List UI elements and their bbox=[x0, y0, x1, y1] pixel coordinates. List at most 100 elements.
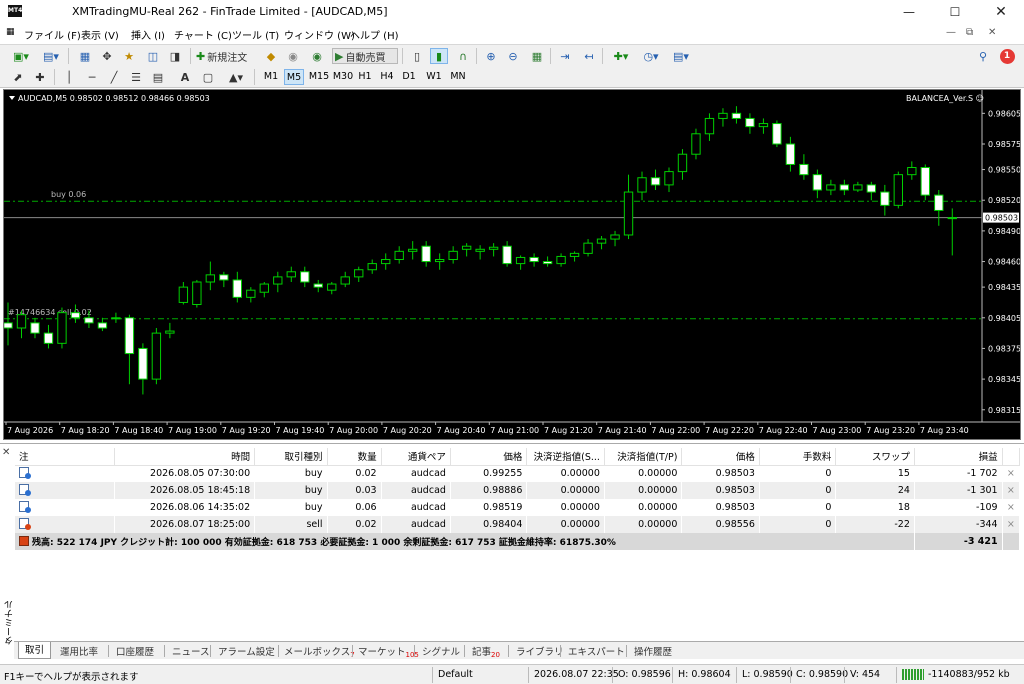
menu-view[interactable]: 表示 (V) bbox=[81, 27, 119, 42]
order-volume: 0.02 bbox=[327, 465, 382, 482]
mdi-close-button[interactable]: ✕ bbox=[988, 27, 996, 38]
order-row[interactable]: 2026.08.06 14:35:02 buy 0.06 audcad 0.98… bbox=[15, 499, 1021, 516]
tab-news[interactable]: ニュース bbox=[172, 644, 210, 658]
tab-articles[interactable]: 記事20 bbox=[472, 644, 500, 659]
new-order-button[interactable]: ✚ 新規注文 bbox=[196, 48, 258, 64]
close-order-icon[interactable]: × bbox=[1002, 516, 1021, 533]
zoom-out-icon[interactable]: ⊖ bbox=[504, 48, 522, 64]
indicators-icon[interactable]: ✚▾ bbox=[608, 48, 634, 64]
text-label-icon[interactable]: ▢ bbox=[200, 69, 216, 85]
horizontal-line-icon[interactable]: ─ bbox=[84, 69, 100, 85]
tab-experts[interactable]: エキスパート bbox=[568, 644, 625, 658]
timeframe-d1[interactable]: D1 bbox=[400, 69, 418, 85]
menu-insert[interactable]: 挿入 (I) bbox=[131, 27, 165, 42]
tab-signals[interactable]: シグナル bbox=[422, 644, 460, 658]
timeframe-m15[interactable]: M15 bbox=[308, 69, 330, 85]
terminal-close-icon[interactable]: ✕ bbox=[2, 447, 10, 458]
options-icon[interactable]: ◉ bbox=[284, 48, 302, 64]
search-icon[interactable]: ⚲ bbox=[974, 48, 992, 64]
col-swap[interactable]: スワップ bbox=[835, 448, 915, 466]
timeframe-mn[interactable]: MN bbox=[448, 69, 468, 85]
periods-icon[interactable]: ◷▾ bbox=[638, 48, 664, 64]
timeframe-h4[interactable]: H4 bbox=[378, 69, 396, 85]
close-button[interactable]: ✕ bbox=[978, 0, 1024, 24]
order-row[interactable]: 2026.08.05 18:45:18 buy 0.03 audcad 0.98… bbox=[15, 482, 1021, 499]
signals-icon[interactable]: ◉ bbox=[308, 48, 326, 64]
channel-icon[interactable]: ☰ bbox=[128, 69, 144, 85]
col-tp[interactable]: 決済指値(T/P) bbox=[604, 448, 683, 466]
menu-chart[interactable]: チャート (C) bbox=[174, 27, 232, 42]
crosshair-icon[interactable]: ✚ bbox=[32, 69, 48, 85]
timeframe-m30[interactable]: M30 bbox=[332, 69, 354, 85]
col-time[interactable]: 時間 bbox=[114, 448, 256, 466]
tile-windows-icon[interactable]: ▦ bbox=[528, 48, 546, 64]
close-order-icon[interactable]: × bbox=[1002, 465, 1021, 482]
terminal-icon[interactable]: ◫ bbox=[144, 48, 162, 64]
chart-window-icon[interactable]: ▦ bbox=[6, 27, 15, 37]
vertical-line-icon[interactable]: │ bbox=[62, 69, 76, 85]
autotrade-button[interactable]: ▶ 自動売買 bbox=[332, 48, 398, 64]
col-symbol[interactable]: 通貨ペア bbox=[381, 448, 451, 466]
candle-body bbox=[327, 283, 337, 291]
menu-file[interactable]: ファイル (F) bbox=[24, 27, 81, 42]
col-sl[interactable]: 決済逆指値(S... bbox=[526, 448, 605, 466]
mdi-restore-button[interactable]: ⧉ bbox=[966, 27, 973, 38]
line-chart-icon[interactable]: ∩ bbox=[454, 48, 472, 64]
fibonacci-icon[interactable]: ▤ bbox=[150, 69, 166, 85]
minimize-button[interactable]: — bbox=[886, 0, 932, 24]
tab-journal[interactable]: 操作履歴 bbox=[634, 644, 672, 658]
data-window-icon[interactable]: ★ bbox=[120, 48, 138, 64]
col-volume[interactable]: 数量 bbox=[327, 448, 382, 466]
navigator-icon[interactable]: ✥ bbox=[98, 48, 116, 64]
menu-help[interactable]: ヘルプ (H) bbox=[350, 27, 399, 42]
tab-alerts[interactable]: アラーム設定 bbox=[218, 644, 275, 658]
tab-trade[interactable]: 取引 bbox=[18, 642, 52, 659]
close-order-icon[interactable]: × bbox=[1002, 482, 1021, 499]
tab-account-history[interactable]: 口座履歴 bbox=[116, 644, 154, 658]
profiles-icon[interactable]: ▤▾ bbox=[38, 48, 64, 64]
tab-code-base[interactable]: ライブラリ bbox=[516, 644, 564, 658]
menu-window[interactable]: ウィンドウ (W) bbox=[284, 27, 355, 42]
new-chart-icon[interactable]: ▣▾ bbox=[8, 48, 34, 64]
orders-header-row: 注 時間 取引種別 数量 通貨ペア 価格 決済逆指値(S... 決済指値(T/P… bbox=[15, 448, 1021, 466]
chart-shift-icon[interactable]: ↤ bbox=[580, 48, 598, 64]
auto-scroll-icon[interactable]: ⇥ bbox=[556, 48, 574, 64]
status-profile[interactable]: Default bbox=[438, 669, 473, 680]
templates-icon[interactable]: ▤▾ bbox=[668, 48, 694, 64]
tab-mailbox[interactable]: メールボックス7 bbox=[284, 644, 355, 659]
arrows-icon[interactable]: ▲▾ bbox=[224, 69, 248, 85]
bar-chart-icon[interactable]: ▯ bbox=[408, 48, 426, 64]
zoom-in-icon[interactable]: ⊕ bbox=[482, 48, 500, 64]
trendline-icon[interactable]: ╱ bbox=[106, 69, 122, 85]
timeframe-m1[interactable]: M1 bbox=[262, 69, 280, 85]
metaeditor-icon[interactable]: ◆ bbox=[262, 48, 280, 64]
time-tick-label: 7 Aug 18:20 bbox=[61, 426, 110, 435]
mdi-minimize-button[interactable]: — bbox=[946, 27, 956, 38]
col-commission[interactable]: 手数料 bbox=[759, 448, 837, 466]
col-price[interactable]: 価格 bbox=[450, 448, 528, 466]
price-chart[interactable]: 0.98605 0.98575 0.98550 0.98520 0.98490 0.984… bbox=[3, 89, 1021, 440]
market-watch-icon[interactable]: ▦ bbox=[76, 48, 94, 64]
col-profit[interactable]: 損益 bbox=[914, 448, 1003, 466]
tab-market[interactable]: マーケット105 bbox=[358, 644, 419, 659]
close-order-icon[interactable]: × bbox=[1002, 499, 1021, 516]
col-cur-price[interactable]: 価格 bbox=[681, 448, 760, 466]
text-icon[interactable]: A bbox=[178, 69, 192, 85]
col-order[interactable]: 注 bbox=[15, 448, 116, 466]
timeframe-w1[interactable]: W1 bbox=[424, 69, 444, 85]
cursor-icon[interactable]: ⬈ bbox=[10, 69, 26, 85]
col-type[interactable]: 取引種別 bbox=[254, 448, 328, 466]
notifications-button[interactable]: 1 bbox=[996, 48, 1018, 64]
order-row[interactable]: 2026.08.07 18:25:00 sell 0.02 audcad 0.9… bbox=[15, 516, 1021, 533]
timeframe-h1[interactable]: H1 bbox=[356, 69, 374, 85]
order-row[interactable]: 2026.08.05 07:30:00 buy 0.02 audcad 0.99… bbox=[15, 465, 1021, 482]
candlestick-icon[interactable]: ▮ bbox=[430, 48, 448, 64]
tab-exposure[interactable]: 運用比率 bbox=[60, 644, 98, 658]
menu-tools[interactable]: ツール (T) bbox=[232, 27, 279, 42]
chart-menu-icon bbox=[9, 96, 15, 100]
candle-body bbox=[84, 317, 94, 324]
strategy-tester-icon[interactable]: ◨ bbox=[166, 48, 184, 64]
maximize-button[interactable]: ☐ bbox=[932, 0, 978, 24]
timeframe-m5[interactable]: M5 bbox=[284, 69, 304, 85]
chart-canvas[interactable]: 0.98605 0.98575 0.98550 0.98520 0.98490 0.984… bbox=[4, 90, 1020, 439]
